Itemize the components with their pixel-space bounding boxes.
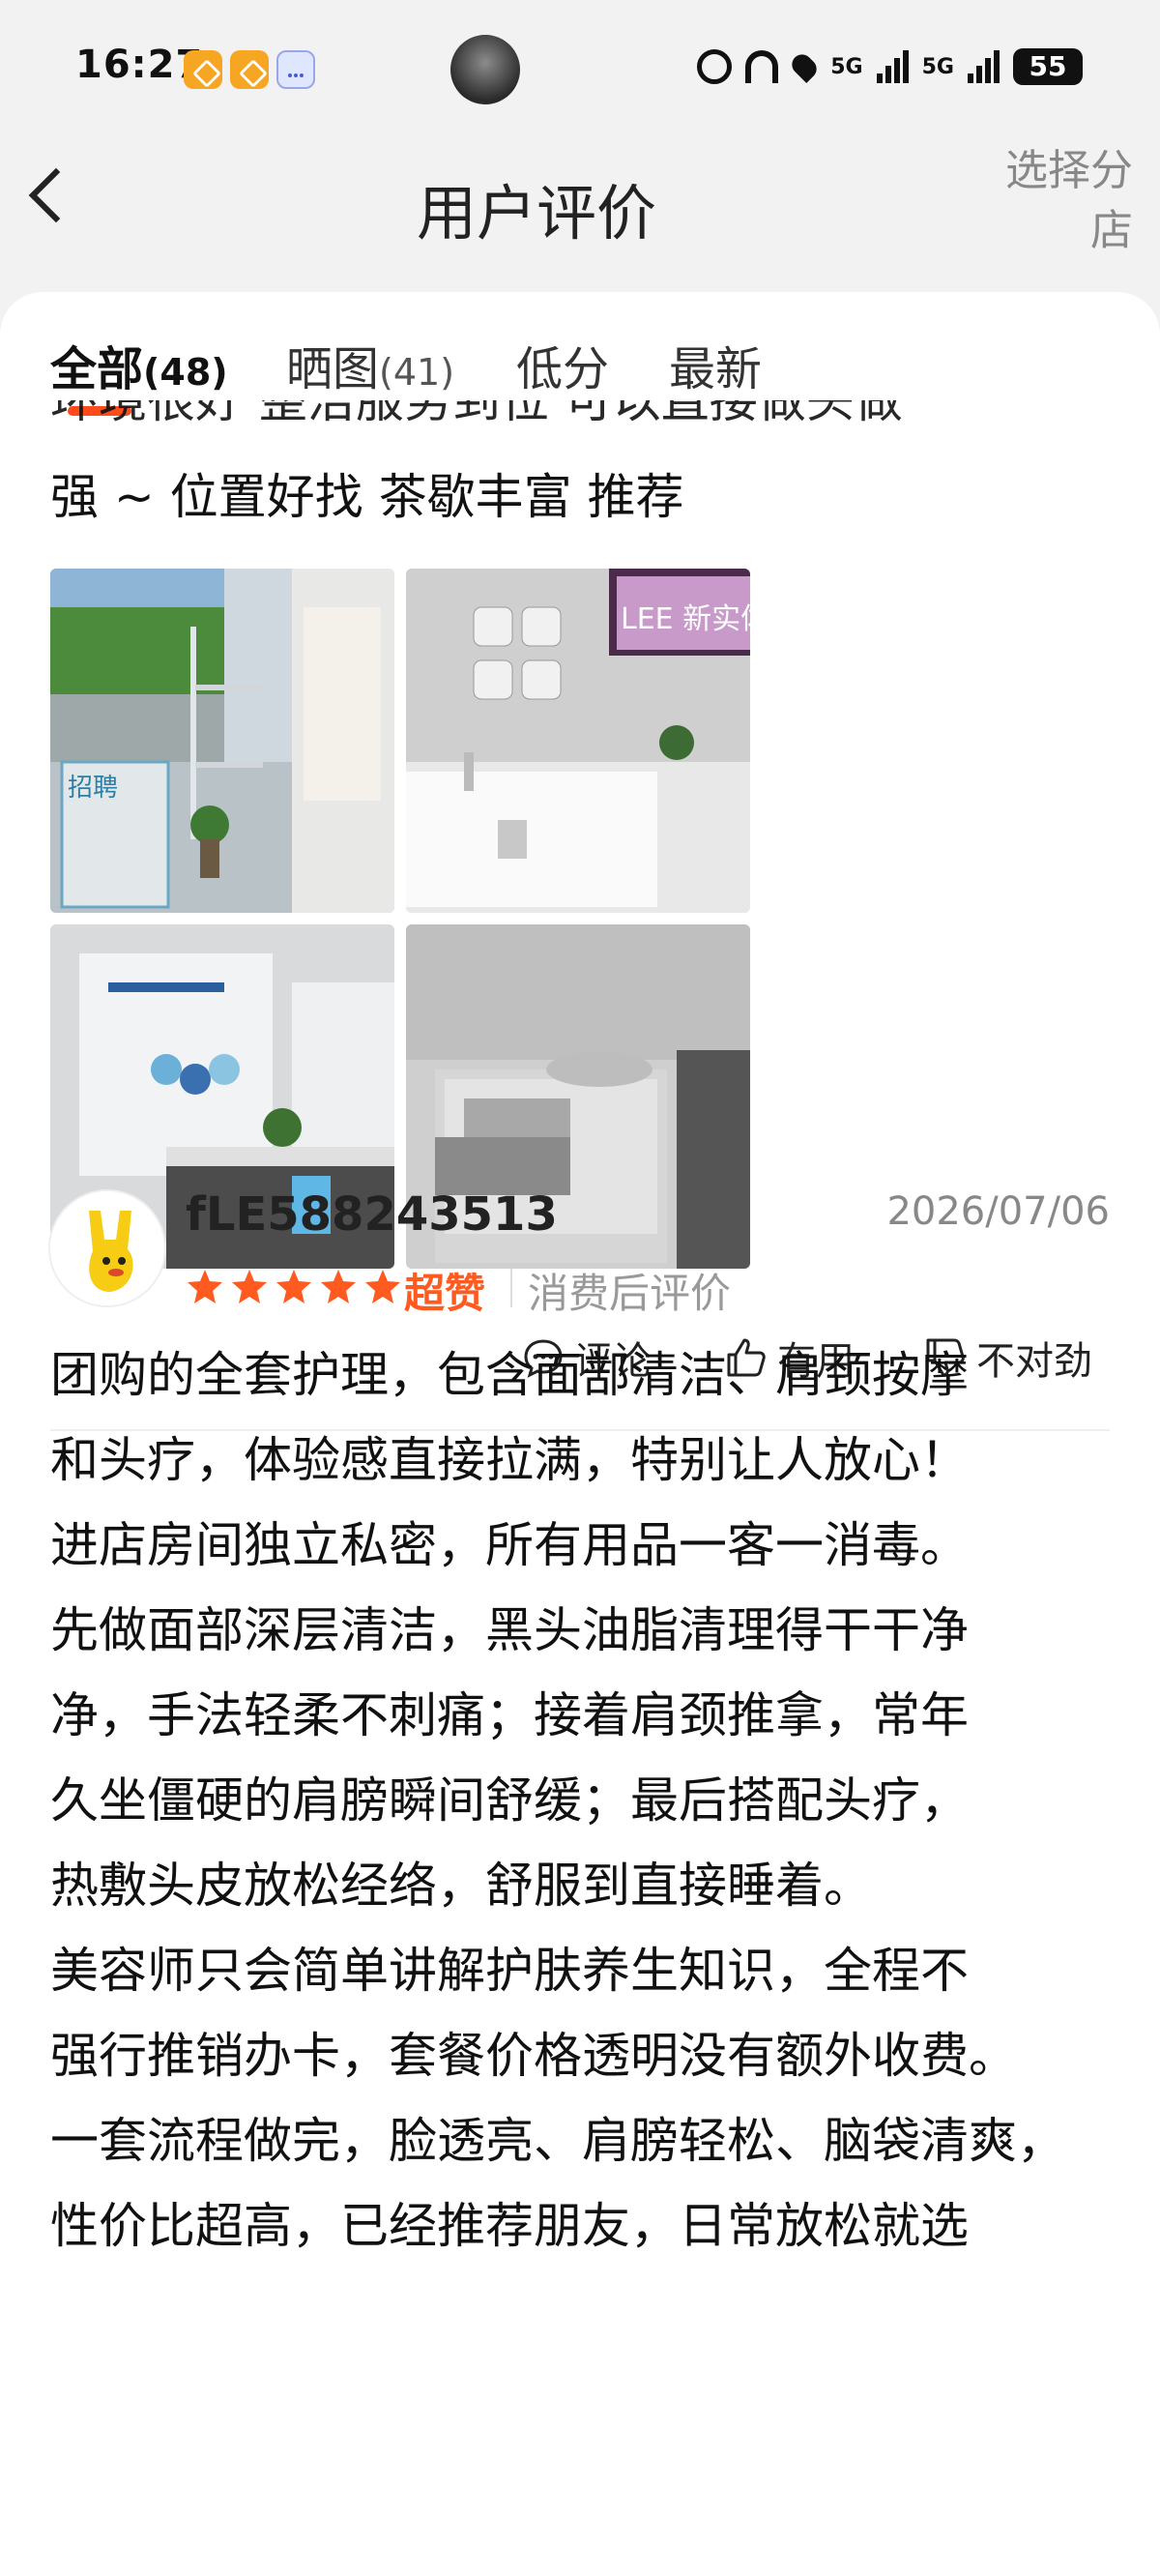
review-text-line: 和头疗，体验感直接拉满，特别让人放心！	[50, 1432, 969, 1488]
review-date: 2026/07/06	[886, 1189, 1110, 1234]
reviewer-name[interactable]: fLE588243513	[186, 1187, 558, 1242]
network-label: 5G	[830, 54, 863, 79]
signal-icon	[876, 50, 909, 83]
prev-review-text: 强 ~ 位置好找 茶歇丰富 推荐	[50, 469, 684, 525]
app-notification-icon	[230, 50, 269, 89]
review-text-line: 美容师只会简单讲解护肤养生知识，全程不	[50, 1943, 969, 1999]
floating-avatar-icon[interactable]	[450, 35, 520, 104]
rating-separator	[510, 1269, 512, 1307]
page-title: 用户评价	[416, 178, 656, 249]
star-icon	[188, 1270, 222, 1303]
rating-word: 超赞	[404, 1270, 486, 1317]
star-icon	[232, 1270, 267, 1303]
tab-photos[interactable]: 晒图(41)	[286, 331, 454, 398]
review-text-line: 热敷头皮放松经络，舒服到直接睡着。	[50, 1858, 872, 1914]
tab-latest[interactable]: 最新	[669, 331, 762, 398]
review-text-line: 进店房间独立私密，所有用品一客一消毒。	[50, 1517, 969, 1573]
status-bar: 16:27 5G 5G 55	[0, 0, 1160, 135]
select-branch-button[interactable]: 选择分 店	[969, 141, 1133, 261]
review-photo[interactable]: LEE 新实体	[406, 569, 750, 913]
app-notification-icon	[276, 50, 315, 89]
svg-text:招聘: 招聘	[68, 774, 118, 803]
review-text-line: 团购的全套护理，包含面部清洁、肩颈按摩	[50, 1347, 969, 1403]
avatar[interactable]	[48, 1189, 166, 1307]
review-text: 团购的全套护理，包含面部清洁、肩颈按摩 和头疗，体验感直接拉满，特别让人放心！ 进店…	[50, 1332, 1123, 2269]
tab-all[interactable]: 全部(48)	[50, 331, 228, 398]
review-photo-grid: 招聘 LEE 新实体	[50, 569, 750, 1276]
review-text-line: 先做面部深层清洁，黑头油脂清理得干干净	[50, 1602, 969, 1658]
rating-type: 消费后评价	[528, 1270, 732, 1317]
select-branch-label: 选择分	[1005, 146, 1133, 195]
status-icons: 5G 5G 55	[697, 48, 1083, 85]
review-text-line: 久坐僵硬的肩膀瞬间舒缓；最后搭配头疗，	[50, 1772, 969, 1829]
alarm-icon	[697, 49, 733, 84]
select-branch-label: 店	[1090, 206, 1133, 255]
review-text-line: 性价比超高，已经推荐朋友，日常放松就选	[50, 2198, 969, 2254]
tab-low-score[interactable]: 低分	[516, 331, 609, 398]
review-text-line: 强行推销办卡，套餐价格透明没有额外收费。	[50, 2028, 1017, 2084]
review-text-line: 净，手法轻柔不刺痛；接着肩颈推拿，常年	[50, 1687, 969, 1743]
app-notification-icon	[184, 50, 222, 89]
battery-icon: 55	[1013, 48, 1083, 85]
headphones-icon	[745, 50, 779, 83]
network-label: 5G	[921, 54, 954, 79]
star-icon	[276, 1270, 311, 1303]
review-photo[interactable]: 招聘	[50, 569, 394, 913]
location-icon	[788, 50, 822, 83]
star-icon	[321, 1270, 356, 1303]
prev-review-text-cut: 环境很好 整洁服务到位 可以直接做头做	[50, 400, 903, 428]
star-icon	[365, 1270, 400, 1303]
svg-text:LEE 新实体: LEE 新实体	[621, 602, 750, 636]
star-rating	[186, 1267, 402, 1305]
reviews-card: 全部(48) 晒图(41) 低分 最新 环境很好 整洁服务到位 可以直接做头做 …	[0, 292, 1160, 2576]
review-text-line: 一套流程做完，脸透亮、肩膀轻松、脑袋清爽，	[50, 2113, 1065, 2169]
signal-icon	[968, 50, 1000, 83]
